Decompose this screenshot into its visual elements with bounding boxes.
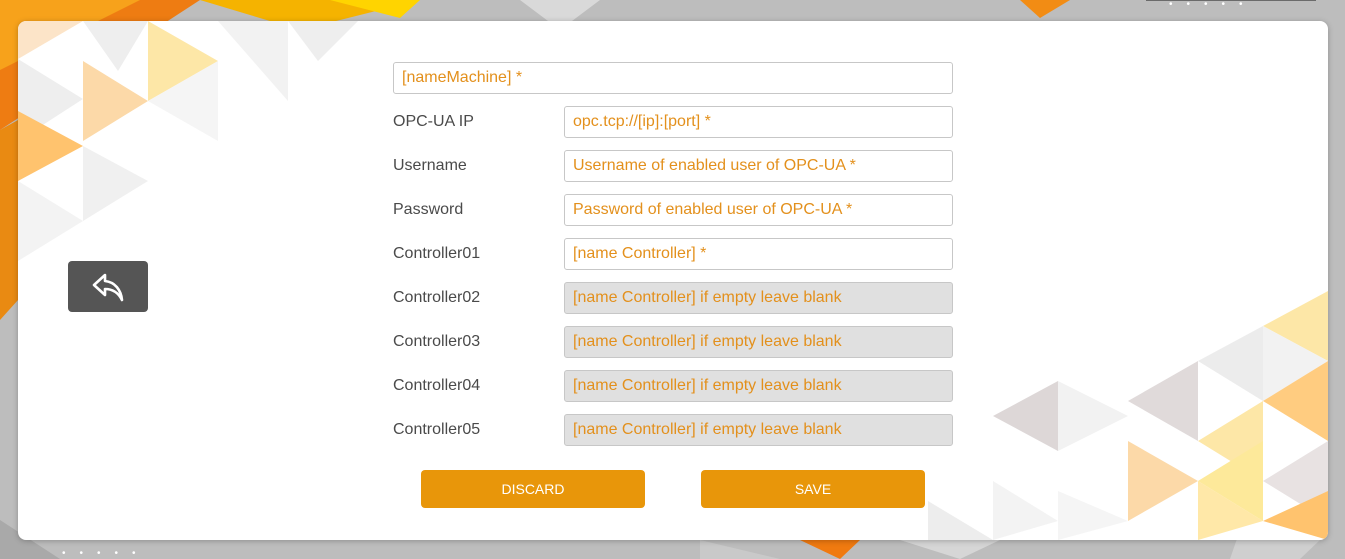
discard-button[interactable]: DISCARD bbox=[421, 470, 645, 508]
controller02-label: Controller02 bbox=[393, 289, 481, 306]
controller01-input[interactable] bbox=[564, 238, 953, 270]
form-row-controller05: Controller05 bbox=[393, 414, 953, 446]
controller02-input bbox=[564, 282, 953, 314]
controller03-input bbox=[564, 326, 953, 358]
save-button[interactable]: SAVE bbox=[701, 470, 925, 508]
form-card: OPC-UA IP Username Password Controller01… bbox=[18, 21, 1328, 540]
form-row-controller01: Controller01 bbox=[393, 238, 953, 270]
password-label: Password bbox=[393, 201, 464, 218]
form-row-username: Username bbox=[393, 150, 953, 182]
opc-ua-ip-label: OPC-UA IP bbox=[393, 113, 474, 130]
undo-arrow-icon bbox=[92, 273, 124, 301]
back-button[interactable] bbox=[68, 261, 148, 312]
pagination-dots-bottom: ••••• bbox=[62, 548, 150, 559]
form-row-controller02: Controller02 bbox=[393, 282, 953, 314]
form-row-controller04: Controller04 bbox=[393, 370, 953, 402]
password-input[interactable] bbox=[564, 194, 953, 226]
form-row-controller03: Controller03 bbox=[393, 326, 953, 358]
controller05-label: Controller05 bbox=[393, 421, 481, 438]
controller05-input bbox=[564, 414, 953, 446]
form-row-password: Password bbox=[393, 194, 953, 226]
pagination-dots-top: ••••• bbox=[1169, 0, 1257, 10]
controller04-label: Controller04 bbox=[393, 377, 481, 394]
form-row-opc-ua-ip: OPC-UA IP bbox=[393, 106, 953, 138]
machine-name-input[interactable] bbox=[393, 62, 953, 94]
opc-ua-ip-input[interactable] bbox=[564, 106, 953, 138]
controller01-label: Controller01 bbox=[393, 245, 481, 262]
username-label: Username bbox=[393, 157, 467, 174]
machine-name-row bbox=[393, 62, 953, 94]
triangle-decoration bbox=[18, 21, 1328, 540]
controller04-input bbox=[564, 370, 953, 402]
controller03-label: Controller03 bbox=[393, 333, 481, 350]
username-input[interactable] bbox=[564, 150, 953, 182]
